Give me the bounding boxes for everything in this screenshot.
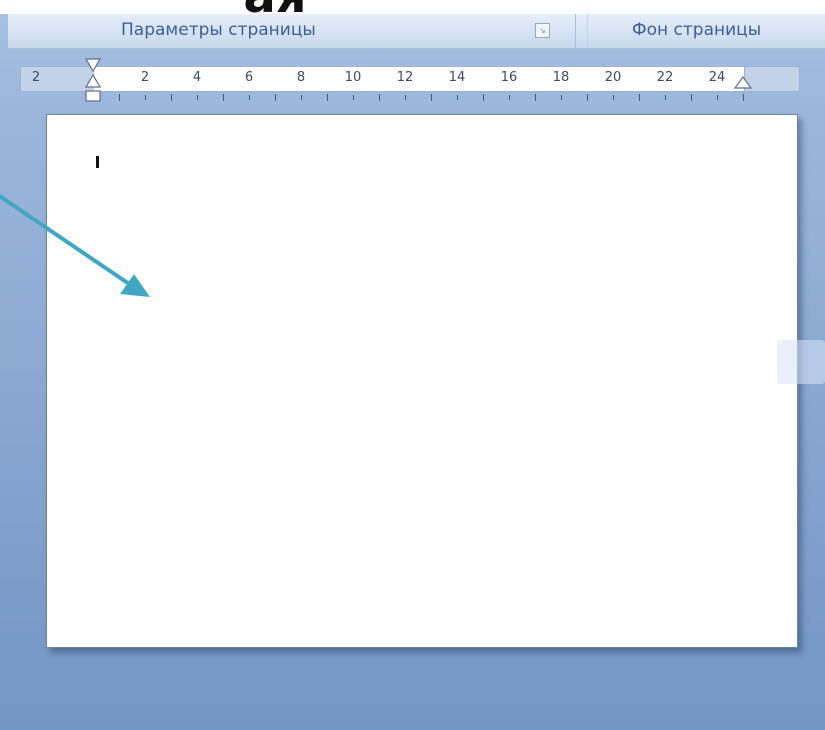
ruler-number: 18 (552, 70, 570, 85)
ruler-tick (431, 94, 432, 101)
ruler-tick (743, 94, 744, 101)
ruler-tick (717, 95, 718, 100)
ruler-number: 24 (708, 70, 726, 85)
ruler-tick (483, 94, 484, 101)
ruler-number: 12 (396, 70, 414, 85)
group-separator (587, 14, 588, 48)
ruler-tick (535, 94, 536, 101)
ruler-number: 6 (244, 70, 254, 85)
ruler-tick (301, 95, 302, 100)
ruler-tick (249, 95, 250, 100)
ruler-tick (171, 94, 172, 101)
ruler-number: 14 (448, 70, 466, 85)
window-top-strip (0, 0, 825, 14)
document-page[interactable] (46, 114, 798, 648)
ruler-number: 10 (344, 70, 362, 85)
ruler-number: 22 (656, 70, 674, 85)
ruler-tick (691, 94, 692, 101)
horizontal-ruler[interactable] (94, 66, 744, 92)
ruler-tick (665, 95, 666, 100)
ruler-tick (405, 95, 406, 100)
text-cursor (96, 156, 99, 168)
ruler-tick (197, 95, 198, 100)
ruler-tick (145, 95, 146, 100)
ruler-tick (275, 94, 276, 101)
dialog-launcher-icon[interactable]: ↘ (535, 23, 550, 38)
ruler-tick (561, 95, 562, 100)
ruler-number: 2 (140, 70, 150, 85)
ruler-left-label: 2 (31, 70, 41, 85)
side-scroll-button[interactable] (777, 340, 825, 384)
ruler-tick (353, 95, 354, 100)
ruler-number: 8 (296, 70, 306, 85)
ruler-tick (613, 95, 614, 100)
right-indent-marker-icon[interactable] (734, 76, 754, 90)
ruler-tick (457, 95, 458, 100)
page-setup-group-label[interactable]: Параметры страницы (121, 20, 316, 40)
ruler-tick (587, 94, 588, 101)
ruler-tick (119, 94, 120, 101)
ruler-tick (639, 94, 640, 101)
ruler-tick (509, 95, 510, 100)
page-background-group-label[interactable]: Фон страницы (632, 20, 761, 40)
ruler-tick (327, 94, 328, 101)
left-indent-marker-icon[interactable] (84, 58, 104, 104)
ribbon-bar: Параметры страницы ↘ Фон страницы (8, 14, 825, 49)
ruler-tick (223, 94, 224, 101)
ruler-number: 4 (192, 70, 202, 85)
ruler-number: 20 (604, 70, 622, 85)
group-separator (575, 14, 576, 48)
ruler-number: 16 (500, 70, 518, 85)
ruler-tick (379, 94, 380, 101)
